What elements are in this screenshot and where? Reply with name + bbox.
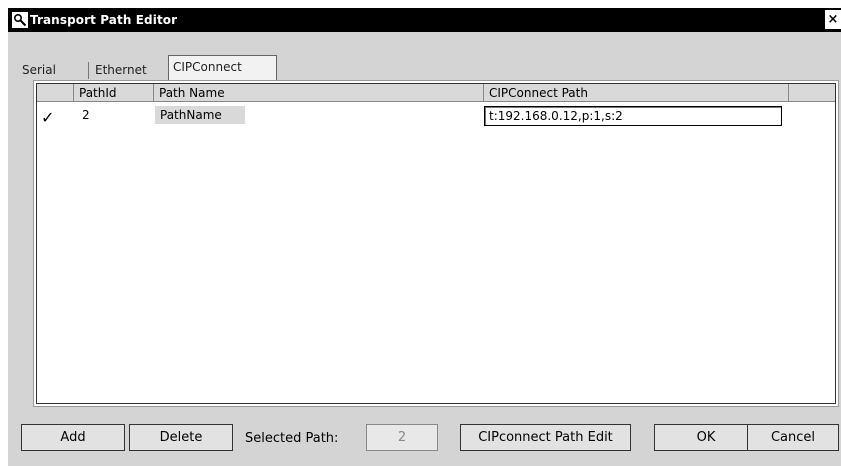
column-header-path-name[interactable]: Path Name	[154, 84, 484, 102]
add-button[interactable]: Add	[21, 424, 125, 451]
grid-body: PathId Path Name CIPConnect Path ✓ 2 Pat…	[36, 83, 836, 404]
window-title: Transport Path Editor	[30, 13, 178, 27]
close-icon: ×	[827, 12, 839, 27]
row-pathid[interactable]: 2	[82, 106, 90, 124]
delete-button[interactable]: Delete	[129, 424, 233, 451]
column-header-cipconnect-path[interactable]: CIPConnect Path	[484, 84, 789, 102]
transport-path-editor-window: Transport Path Editor × Serial Ethernet …	[8, 8, 841, 466]
app-icon	[12, 12, 28, 28]
row-check-icon[interactable]: ✓	[41, 110, 54, 126]
close-button[interactable]: ×	[825, 10, 841, 29]
column-header-filler	[789, 84, 835, 102]
column-header-pathid[interactable]: PathId	[74, 84, 154, 102]
tab-serial[interactable]: Serial	[18, 60, 60, 81]
row-path-name[interactable]: PathName	[155, 106, 245, 124]
cancel-button[interactable]: Cancel	[747, 424, 839, 451]
ok-button[interactable]: OK	[654, 424, 758, 451]
title-bar[interactable]: Transport Path Editor ×	[8, 8, 841, 32]
selected-path-label: Selected Path:	[245, 431, 339, 446]
path-grid: PathId Path Name CIPConnect Path ✓ 2 Pat…	[33, 80, 839, 407]
selected-path-field: 2	[366, 424, 438, 451]
tab-separator	[88, 62, 89, 79]
tab-ethernet[interactable]: Ethernet	[91, 60, 151, 81]
cipconnect-path-edit-button[interactable]: CIPconnect Path Edit	[460, 424, 631, 451]
column-header-check[interactable]	[37, 84, 74, 102]
row-cipconnect-path-input[interactable]: t:192.168.0.12,p:1,s:2	[484, 106, 782, 126]
tab-cipconnect[interactable]: CIPConnect	[168, 55, 277, 81]
